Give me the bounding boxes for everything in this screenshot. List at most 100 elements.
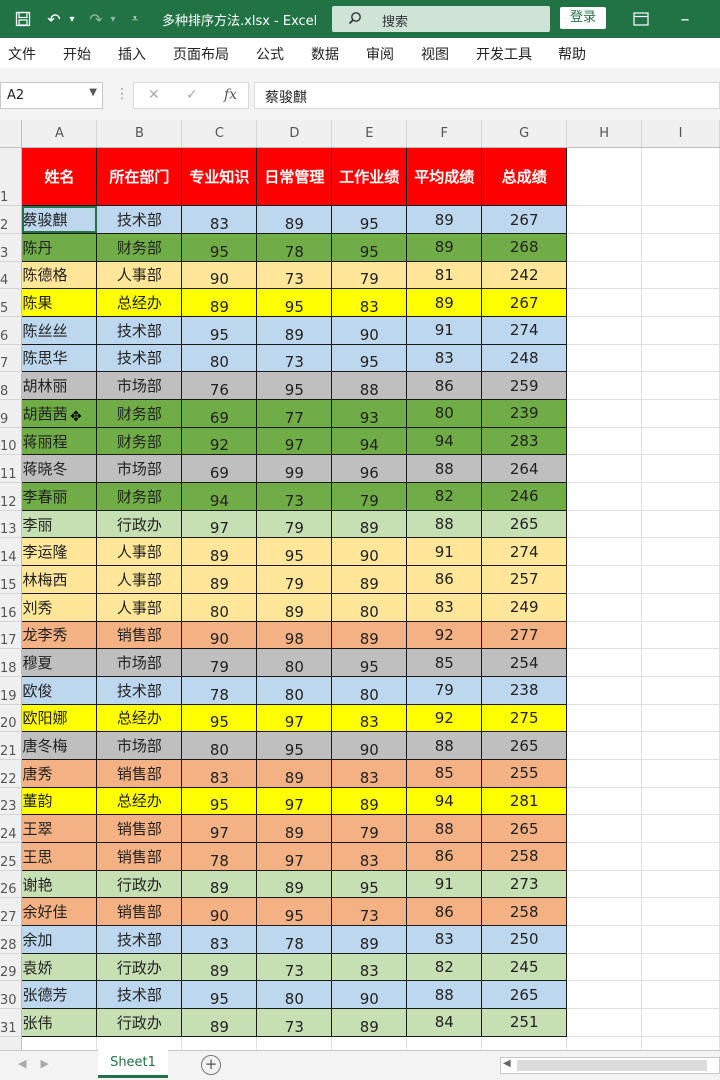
- row-header[interactable]: 9: [0, 399, 23, 428]
- cell-name[interactable]: 欧阳娜: [21, 703, 98, 733]
- redo-dropdown-icon[interactable]: ▾: [107, 9, 119, 29]
- cell-name[interactable]: 蔡骏麒: [21, 205, 98, 234]
- redo-icon[interactable]: ↷: [86, 9, 106, 29]
- cell-name[interactable]: 张德芳: [21, 980, 98, 1010]
- empty-cell[interactable]: [406, 1036, 483, 1050]
- cell-department[interactable]: 财务部: [96, 232, 183, 262]
- cell-professional-knowledge[interactable]: 90: [181, 897, 258, 927]
- column-header-h[interactable]: H: [566, 120, 643, 149]
- cell-name[interactable]: 陈丝丝: [21, 315, 98, 345]
- scroll-left-icon[interactable]: ◀: [503, 1058, 511, 1069]
- empty-cell[interactable]: [566, 344, 643, 373]
- cell-daily-management[interactable]: 89: [256, 592, 333, 622]
- empty-cell[interactable]: [641, 676, 720, 705]
- cell-average-score[interactable]: 88: [406, 454, 483, 484]
- cell-total-score[interactable]: 267: [481, 288, 568, 317]
- cell-professional-knowledge[interactable]: 80: [181, 343, 258, 373]
- cell-average-score[interactable]: 92: [406, 703, 483, 733]
- cell-average-score[interactable]: 85: [406, 758, 483, 788]
- row-header[interactable]: 13: [0, 510, 23, 539]
- cell-average-score[interactable]: 85: [406, 648, 483, 677]
- empty-cell[interactable]: [641, 537, 720, 567]
- cell-daily-management[interactable]: 95: [256, 288, 333, 317]
- horizontal-scrollbar[interactable]: ◀: [500, 1057, 720, 1074]
- empty-cell[interactable]: [641, 870, 720, 899]
- row-header[interactable]: 23: [0, 787, 23, 816]
- empty-cell[interactable]: [641, 621, 720, 650]
- empty-cell[interactable]: [566, 621, 643, 650]
- cell-work-performance[interactable]: 89: [331, 1008, 408, 1037]
- cell-total-score[interactable]: 265: [481, 814, 568, 843]
- tab-home[interactable]: 开始: [63, 44, 91, 64]
- cell-work-performance[interactable]: 95: [331, 648, 408, 677]
- row-header[interactable]: 30: [0, 980, 23, 1010]
- cell-professional-knowledge[interactable]: 83: [181, 758, 258, 788]
- column-header-i[interactable]: I: [641, 120, 720, 149]
- empty-cell[interactable]: [641, 704, 720, 733]
- cell-average-score[interactable]: 84: [406, 1008, 483, 1037]
- cell-work-performance[interactable]: 95: [331, 869, 408, 899]
- cell-total-score[interactable]: 254: [481, 648, 568, 677]
- chevron-down-icon[interactable]: ▼: [89, 87, 97, 98]
- cell-name[interactable]: 林梅西: [21, 565, 98, 594]
- empty-cell[interactable]: [566, 261, 643, 290]
- cell-professional-knowledge[interactable]: 95: [181, 703, 258, 733]
- column-header-b[interactable]: B: [96, 120, 183, 149]
- cell-total-score[interactable]: 265: [481, 731, 568, 760]
- empty-cell[interactable]: [566, 233, 643, 262]
- empty-cell[interactable]: [566, 759, 643, 788]
- cell-department[interactable]: 市场部: [96, 648, 183, 677]
- confirm-icon[interactable]: ✓: [186, 87, 198, 103]
- cell-total-score[interactable]: 245: [481, 952, 568, 982]
- cell-professional-knowledge[interactable]: 90: [181, 620, 258, 650]
- empty-cell[interactable]: [481, 1036, 568, 1050]
- cell-name[interactable]: 张伟: [21, 1008, 98, 1037]
- cell-name[interactable]: 胡茜茜: [21, 399, 98, 428]
- row-header[interactable]: 28: [0, 925, 23, 954]
- cell-department[interactable]: 总经办: [96, 288, 183, 317]
- cell-total-score[interactable]: 277: [481, 620, 568, 650]
- row-header[interactable]: 31: [0, 1008, 23, 1037]
- cell-daily-management[interactable]: 78: [256, 925, 333, 954]
- cell-professional-knowledge[interactable]: 94: [181, 482, 258, 511]
- cell-daily-management[interactable]: 80: [256, 648, 333, 677]
- empty-cell[interactable]: [566, 454, 643, 484]
- login-button[interactable]: 登录: [560, 7, 606, 29]
- cell-daily-management[interactable]: 73: [256, 952, 333, 982]
- cell-name[interactable]: 李丽: [21, 509, 98, 539]
- column-header-a[interactable]: A: [21, 120, 98, 149]
- cell-professional-knowledge[interactable]: 95: [181, 315, 258, 345]
- cell-total-score[interactable]: 259: [481, 371, 568, 400]
- empty-cell[interactable]: [331, 1036, 408, 1050]
- cell-professional-knowledge[interactable]: 78: [181, 842, 258, 871]
- cell-daily-management[interactable]: 97: [256, 703, 333, 733]
- cell-total-score[interactable]: 242: [481, 260, 568, 290]
- cell-total-score[interactable]: 257: [481, 565, 568, 594]
- empty-cell[interactable]: [566, 482, 643, 511]
- empty-cell[interactable]: [641, 261, 720, 290]
- cell-work-performance[interactable]: 83: [331, 703, 408, 733]
- cell-name[interactable]: 袁娇: [21, 952, 98, 982]
- cell-daily-management[interactable]: 80: [256, 675, 333, 705]
- cell-daily-management[interactable]: 99: [256, 454, 333, 484]
- cell-department[interactable]: 技术部: [96, 343, 183, 373]
- cell-department[interactable]: 财务部: [96, 482, 183, 511]
- cell-department[interactable]: 技术部: [96, 205, 183, 234]
- column-header-d[interactable]: D: [256, 120, 333, 149]
- empty-cell[interactable]: [641, 482, 720, 511]
- cell-average-score[interactable]: 83: [406, 925, 483, 954]
- cell-department[interactable]: 技术部: [96, 675, 183, 705]
- cell-department[interactable]: 市场部: [96, 731, 183, 760]
- row-header[interactable]: 6: [0, 316, 23, 345]
- cell-daily-management[interactable]: 80: [256, 980, 333, 1010]
- cell-department[interactable]: 行政办: [96, 869, 183, 899]
- empty-cell[interactable]: [641, 1036, 720, 1050]
- cell-work-performance[interactable]: 83: [331, 758, 408, 788]
- cell-average-score[interactable]: 91: [406, 537, 483, 567]
- row-header[interactable]: 12: [0, 482, 23, 511]
- cell-work-performance[interactable]: 90: [331, 315, 408, 345]
- empty-cell[interactable]: [566, 1036, 643, 1050]
- cell-total-score[interactable]: 248: [481, 343, 568, 373]
- cell-professional-knowledge[interactable]: 69: [181, 454, 258, 484]
- cell-average-score[interactable]: 94: [406, 786, 483, 816]
